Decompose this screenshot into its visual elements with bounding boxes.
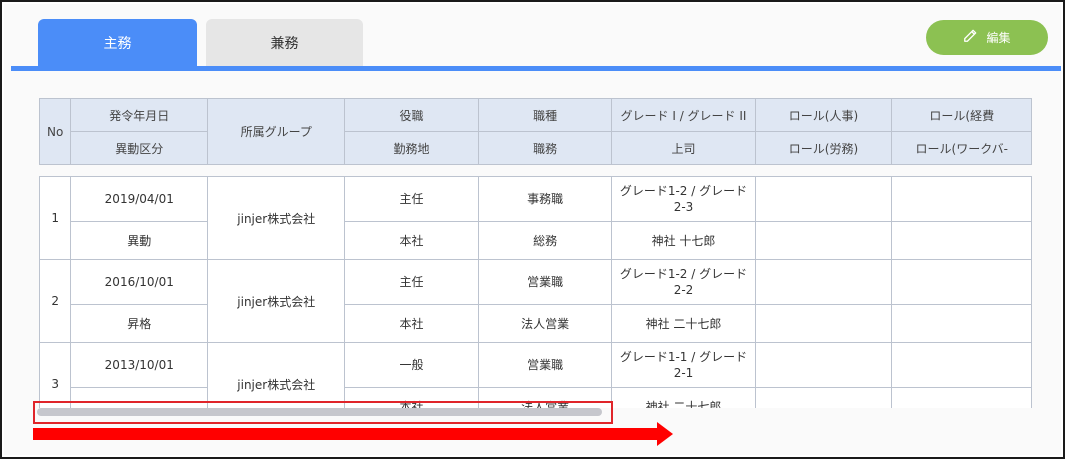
cell-job-type: 事務職 [477, 176, 613, 222]
col-header-role-expense: ロール(経費 [891, 98, 1032, 132]
tab-concurrent-duty[interactable]: 兼務 [206, 19, 363, 67]
col-header-role-workflow: ロール(ワークバ- [891, 131, 1032, 165]
cell-role-hr [754, 342, 893, 388]
table-row: 3 2013/10/01 jinjer株式会社 一般 営業職 グレード1-1 /… [39, 342, 1032, 408]
table-row: 2 2016/10/01 jinjer株式会社 主任 営業職 グレード1-2 /… [39, 259, 1032, 343]
cell-date: 2019/04/01 [70, 176, 209, 222]
cell-position: 一般 [344, 342, 479, 388]
table-row: 1 2019/04/01 jinjer株式会社 主任 事務職 グレード1-2 /… [39, 176, 1032, 260]
cell-grade: グレード1-2 / グレード2-2 [611, 259, 756, 305]
table-row: 異動 本社 総務 神社 十七郎 [40, 221, 1032, 260]
col-header-job-type: 職種 [477, 98, 613, 132]
cell-date: 2016/10/01 [70, 259, 209, 305]
table-row: 昇格 本社 法人営業 神社 二十七郎 [40, 304, 1032, 343]
col-header-group: 所属グループ [207, 98, 346, 165]
cell-transfer-type: 昇格 [70, 304, 209, 343]
cell-role-labor [754, 387, 893, 408]
col-header-position: 役職 [344, 98, 479, 132]
window-frame: 主務 兼務 編集 No 発令年月日 所属グループ 役職 職種 グレード I / … [0, 0, 1065, 459]
table-header-row: 異動区分 勤務地 職務 上司 ロール(労務) ロール(ワークバ- [40, 131, 1032, 165]
table-header-row: No 発令年月日 所属グループ 役職 職種 グレード I / グレード II ロ… [39, 98, 1032, 165]
cell-group: jinjer株式会社 [207, 342, 346, 408]
col-header-grade: グレード I / グレード II [611, 98, 756, 132]
col-header-role-hr: ロール(人事) [754, 98, 893, 132]
edit-button[interactable]: 編集 [926, 20, 1048, 55]
cell-boss: 神社 十七郎 [611, 221, 756, 260]
col-header-no: No [39, 98, 72, 165]
edit-button-label: 編集 [986, 31, 1011, 45]
cell-role-workflow [891, 221, 1032, 260]
col-header-boss: 上司 [611, 131, 756, 165]
cell-group: jinjer株式会社 [207, 176, 346, 260]
cell-date: 2013/10/01 [70, 342, 209, 388]
cell-role-hr [754, 259, 893, 305]
tab-underline [11, 66, 1061, 71]
cell-role-workflow [891, 304, 1032, 343]
cell-no: 3 [39, 342, 72, 408]
cell-role-expense [891, 342, 1032, 388]
col-header-date: 発令年月日 [70, 98, 209, 132]
cell-role-workflow [891, 387, 1032, 408]
pencil-icon [963, 29, 977, 46]
cell-job-type: 営業職 [477, 342, 613, 388]
cell-role-expense [891, 259, 1032, 305]
col-header-role-labor: ロール(労務) [754, 131, 893, 165]
cell-grade: グレード1-2 / グレード2-3 [611, 176, 756, 222]
cell-duty: 総務 [477, 221, 613, 260]
cell-no: 1 [39, 176, 72, 260]
history-table-scroll[interactable]: No 発令年月日 所属グループ 役職 職種 グレード I / グレード II ロ… [39, 98, 1032, 408]
col-header-transfer-type: 異動区分 [70, 131, 209, 165]
col-header-location: 勤務地 [344, 131, 479, 165]
cell-role-expense [891, 176, 1032, 222]
cell-grade: グレード1-1 / グレード2-1 [611, 342, 756, 388]
cell-boss: 神社 二十七郎 [611, 387, 756, 408]
cell-job-type: 営業職 [477, 259, 613, 305]
cell-transfer-type: 異動 [70, 221, 209, 260]
cell-duty: 法人営業 [477, 304, 613, 343]
cell-group: jinjer株式会社 [207, 259, 346, 343]
cell-location: 本社 [344, 304, 479, 343]
cell-role-hr [754, 176, 893, 222]
cell-boss: 神社 二十七郎 [611, 304, 756, 343]
cell-role-labor [754, 221, 893, 260]
cell-location: 本社 [344, 221, 479, 260]
col-header-duty: 職務 [477, 131, 613, 165]
scrollbar-highlight-box [33, 401, 613, 424]
cell-position: 主任 [344, 259, 479, 305]
cell-role-labor [754, 304, 893, 343]
assignment-history-table: No 発令年月日 所属グループ 役職 職種 グレード I / グレード II ロ… [39, 98, 1032, 408]
cell-no: 2 [39, 259, 72, 343]
arrow-head-icon [657, 422, 673, 446]
cell-position: 主任 [344, 176, 479, 222]
scroll-direction-arrow [33, 428, 661, 440]
tab-main-duty[interactable]: 主務 [38, 19, 197, 67]
